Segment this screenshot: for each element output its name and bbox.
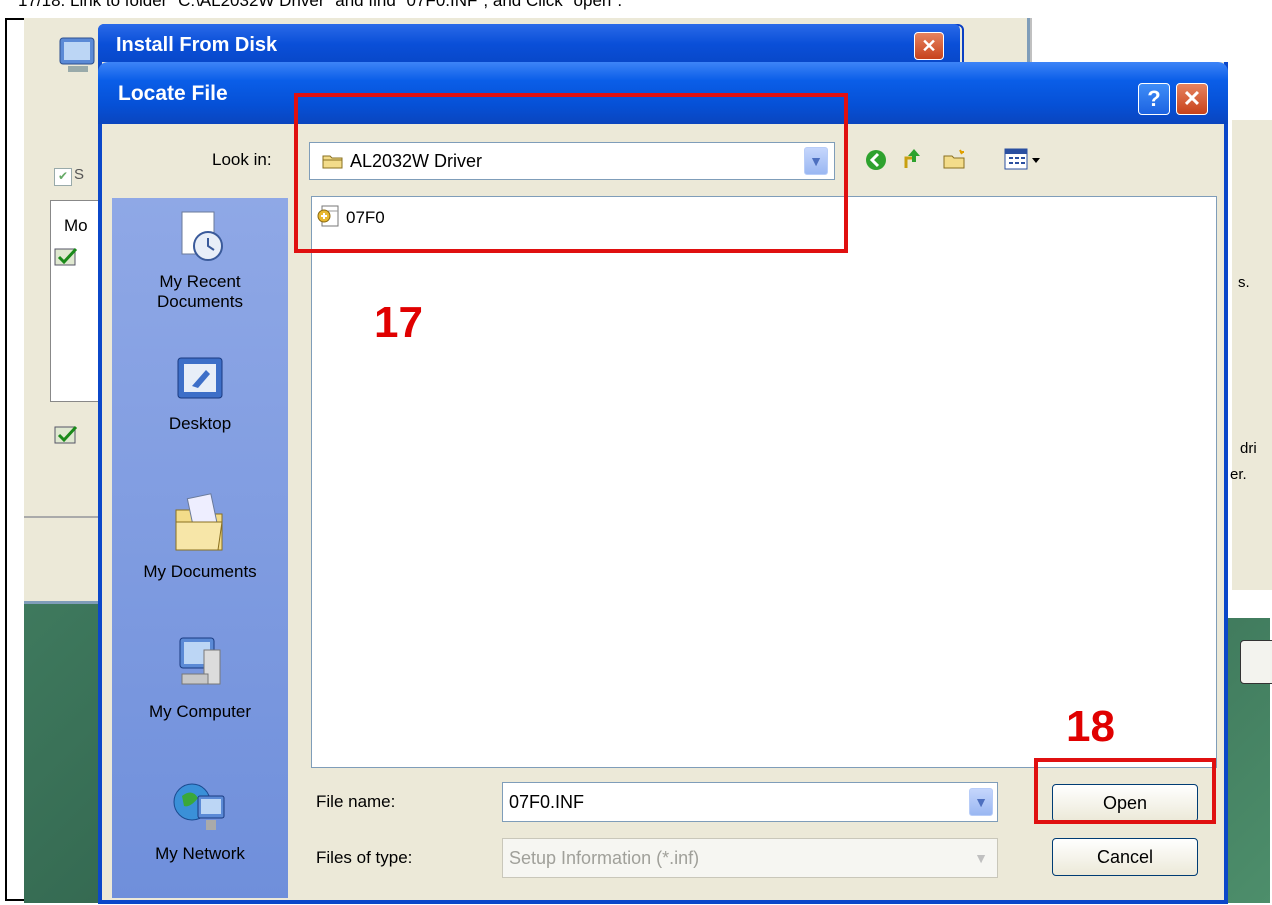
my-network-icon: [112, 774, 288, 844]
back-icon[interactable]: [864, 148, 888, 172]
dialog-title: Locate File: [118, 82, 228, 105]
driver-icon: [54, 246, 80, 268]
my-computer-icon: [112, 632, 288, 702]
close-button[interactable]: ✕: [1176, 83, 1208, 115]
desktop-icon: [112, 352, 288, 414]
background-text-fragment: er.: [1230, 466, 1247, 483]
cancel-button[interactable]: Cancel: [1052, 838, 1198, 876]
background-right-panel: [1232, 120, 1272, 590]
file-list[interactable]: [311, 196, 1217, 768]
annotation-step-18: 18: [1066, 702, 1115, 751]
wizard-list-header: Mo: [64, 216, 88, 235]
places-my-computer[interactable]: My Computer: [112, 632, 288, 722]
wizard-checkbox: ✔: [54, 168, 72, 186]
up-folder-icon[interactable]: [902, 146, 926, 170]
annotation-step-17: 17: [374, 298, 423, 347]
file-name-field[interactable]: 07F0.INF ▼: [502, 782, 998, 822]
places-desktop[interactable]: Desktop: [112, 352, 288, 434]
install-from-disk-titlebar: Install From Disk: [98, 24, 960, 64]
places-my-documents[interactable]: My Documents: [112, 488, 288, 582]
background-text-fragment: dri: [1240, 440, 1257, 457]
look-in-label: Look in:: [212, 150, 272, 169]
new-folder-icon[interactable]: [942, 148, 966, 172]
places-my-recent-documents[interactable]: My Recent Documents: [112, 204, 288, 312]
install-from-disk-close-button[interactable]: ✕: [914, 32, 944, 60]
chevron-down-icon: ▼: [974, 850, 988, 866]
background-button: [1240, 640, 1272, 684]
file-type-dropdown[interactable]: Setup Information (*.inf) ▼: [502, 838, 998, 878]
file-type-label: Files of type:: [316, 848, 413, 867]
help-button[interactable]: ?: [1138, 83, 1170, 115]
install-from-disk-title: Install From Disk: [116, 34, 278, 56]
divider: [24, 516, 104, 518]
driver-icon: [54, 424, 80, 446]
wizard-checkbox-label: S: [74, 166, 85, 183]
file-name-label: File name:: [316, 792, 396, 811]
recent-documents-icon: [112, 204, 288, 272]
tutorial-caption: 17/18. Link to folder "C:\AL2032W Driver…: [18, 0, 623, 10]
chevron-down-icon[interactable]: ▼: [969, 788, 993, 816]
file-name-value: 07F0.INF: [509, 792, 585, 812]
wizard-icon: [54, 30, 102, 78]
file-type-value: Setup Information (*.inf): [509, 848, 700, 868]
annotation-box-look-in: [294, 93, 848, 253]
annotation-box-open: [1034, 758, 1216, 824]
my-documents-icon: [112, 488, 288, 562]
places-my-network[interactable]: My Network: [112, 774, 288, 864]
background-text-fragment: s.: [1238, 274, 1250, 291]
view-menu-icon[interactable]: [1004, 146, 1044, 172]
